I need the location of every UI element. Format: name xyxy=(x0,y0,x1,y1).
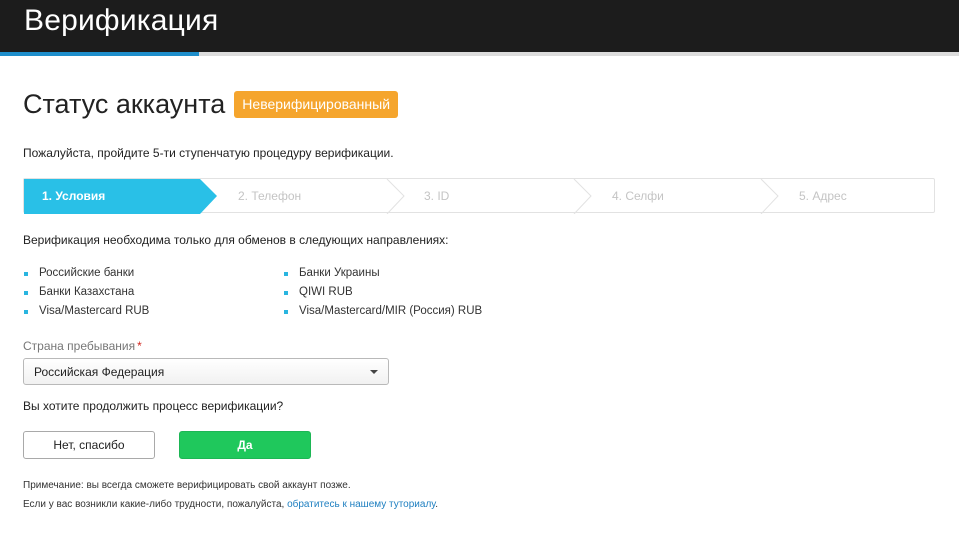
step-selfie: 4. Селфи xyxy=(612,189,664,203)
tutorial-link[interactable]: обратитесь к нашему туториалу xyxy=(287,499,435,510)
step-separator xyxy=(573,179,592,214)
step-id: 3. ID xyxy=(424,189,450,203)
help-text-prefix: Если у вас возникли какие-либо трудности… xyxy=(23,499,288,510)
header-active-underline xyxy=(0,52,199,56)
list-item: QIWI RUB xyxy=(283,285,482,304)
yes-button[interactable]: Да xyxy=(179,431,311,459)
page-header-title: Верификация xyxy=(24,4,219,37)
intro-text: Пожалуйста, пройдите 5-ти ступенчатую пр… xyxy=(23,146,394,160)
list-item-label: Российские банки xyxy=(39,267,135,279)
account-status: Статус аккаунта Неверифицированный xyxy=(23,86,399,122)
header-divider xyxy=(199,52,959,56)
status-badge: Неверифицированный xyxy=(234,90,399,118)
bullet-icon xyxy=(24,272,28,276)
country-label-text: Страна пребывания xyxy=(23,339,136,353)
country-label: Страна пребывания * xyxy=(23,339,142,353)
list-item: Банки Казахстана xyxy=(23,285,149,304)
list-item-label: Банки Украины xyxy=(299,267,380,279)
directions-title: Верификация необходима только для обмено… xyxy=(23,233,449,247)
bullet-icon xyxy=(284,310,288,314)
list-item: Российские банки xyxy=(23,266,149,285)
step-separator xyxy=(386,179,405,214)
step-phone: 2. Телефон xyxy=(238,189,302,203)
country-select[interactable]: Российская Федерация xyxy=(23,358,389,385)
list-item: Банки Украины xyxy=(283,266,482,285)
note-text: Примечание: вы всегда сможете верифициро… xyxy=(23,480,351,491)
help-text: Если у вас возникли какие-либо трудности… xyxy=(23,499,438,510)
caret-down-icon xyxy=(370,370,378,374)
verification-stepper: 1. Условия 2. Телефон 3. ID 4. Селфи 5. … xyxy=(23,178,935,214)
list-item: Visa/Mastercard RUB xyxy=(23,304,149,323)
list-item-label: Банки Казахстана xyxy=(39,286,135,298)
step-separator xyxy=(760,179,779,214)
list-item-label: Visa/Mastercard/MIR (Россия) RUB xyxy=(299,305,483,317)
bullet-icon xyxy=(24,291,28,295)
directions-list-right: Банки Украины QIWI RUB Visa/Mastercard/M… xyxy=(283,266,482,323)
list-item-label: QIWI RUB xyxy=(299,286,353,298)
bullet-icon xyxy=(284,272,288,276)
status-title: Статус аккаунта xyxy=(23,88,226,119)
bullet-icon xyxy=(24,310,28,314)
no-thanks-button[interactable]: Нет, спасибо xyxy=(23,431,155,459)
bullet-icon xyxy=(284,291,288,295)
help-text-end: . xyxy=(435,499,439,510)
country-select-value: Российская Федерация xyxy=(34,365,165,379)
continue-question: Вы хотите продолжить процесс верификации… xyxy=(23,399,284,413)
step-conditions[interactable]: 1. Условия xyxy=(42,189,105,203)
top-bar: Верификация xyxy=(0,0,959,52)
list-item: Visa/Mastercard/MIR (Россия) RUB xyxy=(283,304,482,323)
required-mark: * xyxy=(137,339,142,353)
directions-list-left: Российские банки Банки Казахстана Visa/M… xyxy=(23,266,149,323)
step-address: 5. Адрес xyxy=(799,189,847,203)
list-item-label: Visa/Mastercard RUB xyxy=(39,305,150,317)
